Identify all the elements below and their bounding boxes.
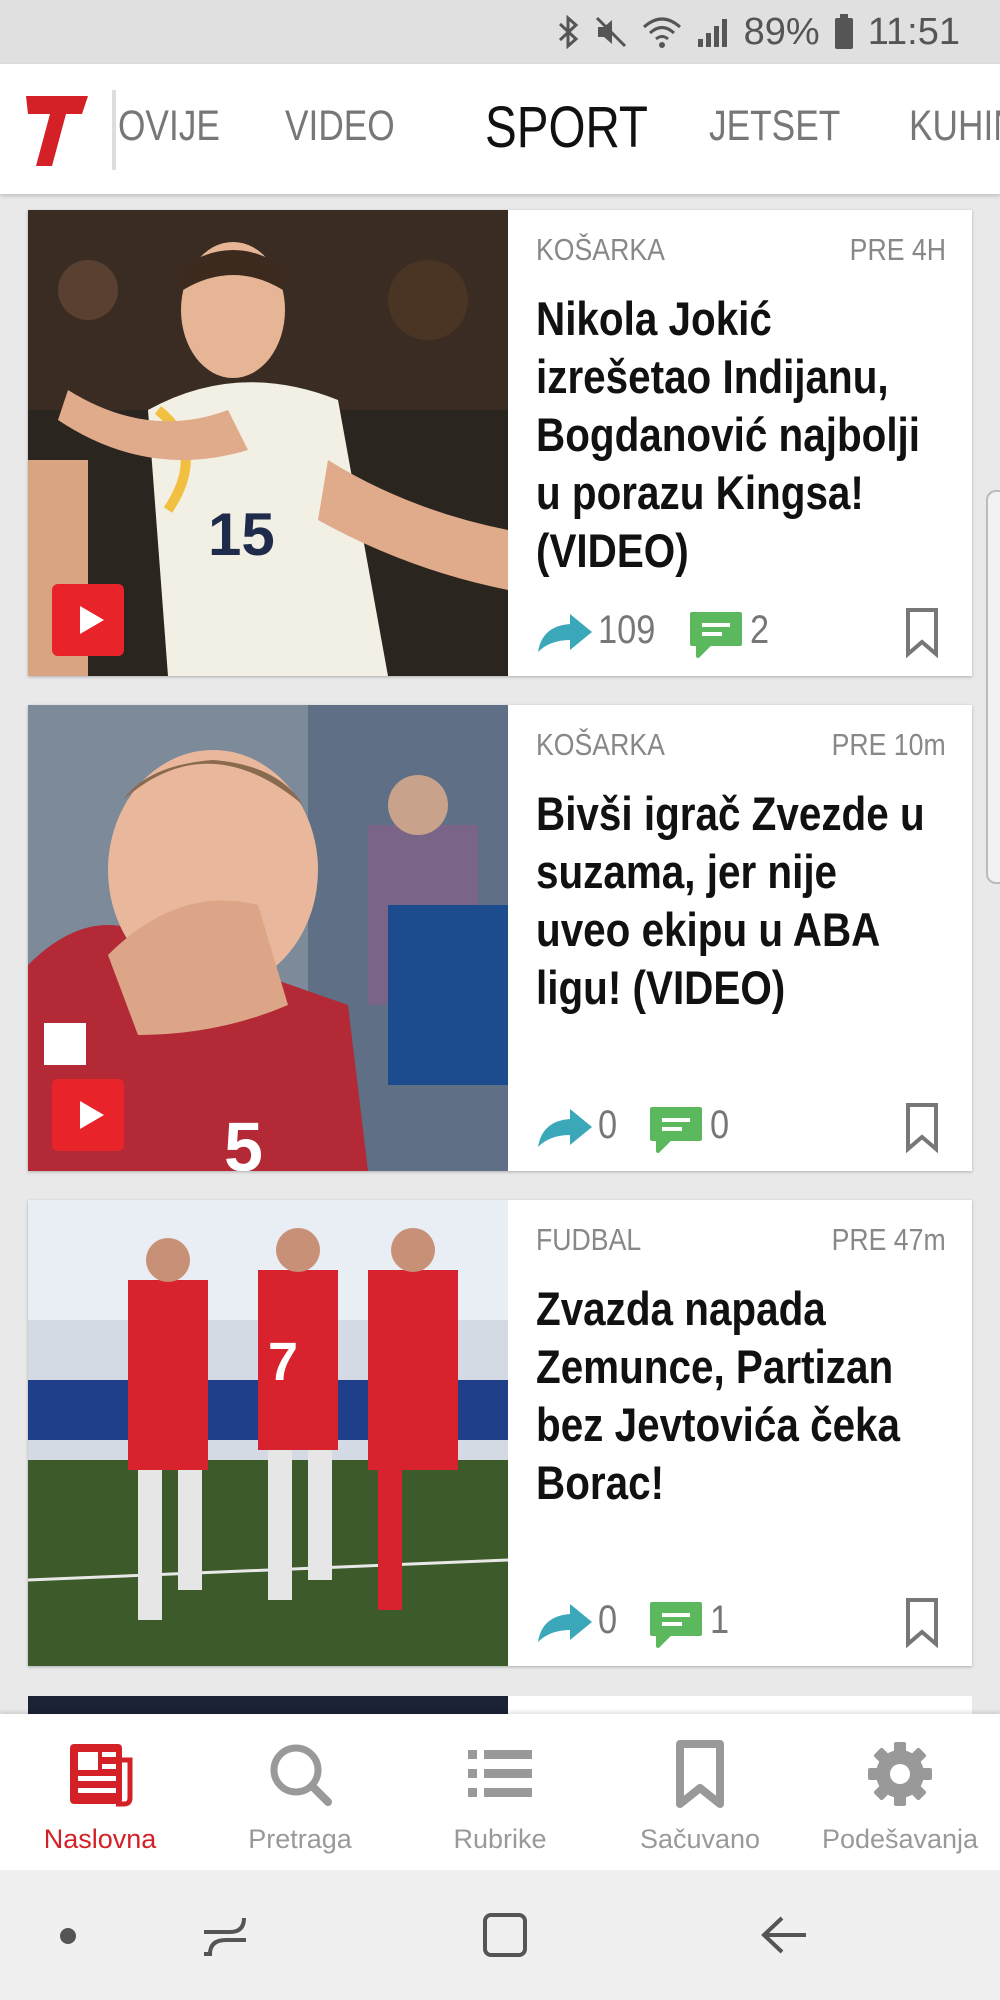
nav-label: Pretraga xyxy=(248,1824,352,1854)
top-navbar: OVIJE VIDEO SPORT JETSET KUHIN xyxy=(0,64,1000,194)
mute-icon xyxy=(595,16,626,48)
nav-label: Podešavanja xyxy=(821,1824,979,1854)
tab-ovije[interactable]: OVIJE xyxy=(118,102,220,151)
article-thumbnail[interactable]: 7 xyxy=(28,1200,508,1666)
battery-percent: 89% xyxy=(743,10,820,53)
nav-sacuvano[interactable]: Sačuvano xyxy=(600,1714,800,1870)
status-icons: 89% 11:51 xyxy=(558,10,960,54)
comment-icon[interactable] xyxy=(648,1105,704,1155)
article-title[interactable]: Bivši igrač Zvezde u suzama, jer nije uv… xyxy=(536,785,932,1017)
article-actions: 109 2 xyxy=(536,602,946,662)
tab-video[interactable]: VIDEO xyxy=(285,102,395,151)
bookmark-icon[interactable] xyxy=(904,606,940,658)
article-time: PRE 47m xyxy=(831,1222,946,1257)
bookmark-icon[interactable] xyxy=(904,1101,940,1153)
share-icon[interactable] xyxy=(536,612,594,654)
back-icon[interactable] xyxy=(760,1910,810,1960)
bookmark-icon xyxy=(676,1740,724,1808)
nav-podesavanja[interactable]: Podešavanja xyxy=(800,1714,1000,1870)
status-bar: 89% 11:51 xyxy=(0,0,1000,64)
newspaper-icon xyxy=(70,1744,133,1807)
article-category[interactable]: KOŠARKA xyxy=(536,727,665,763)
nav-naslovna[interactable]: Naslovna xyxy=(0,1714,200,1870)
article-category[interactable]: FUDBAL xyxy=(536,1222,641,1258)
video-play-icon[interactable] xyxy=(52,584,124,656)
list-icon xyxy=(468,1750,532,1797)
video-play-icon[interactable] xyxy=(52,1079,124,1151)
wifi-icon xyxy=(642,17,681,48)
svg-text:15: 15 xyxy=(208,501,275,568)
article-meta: KOŠARKA PRE 10m xyxy=(536,727,946,767)
article-card[interactable]: 15 KOŠARKA PRE 4H Nikola Jokić izrešetao… xyxy=(28,210,972,676)
dot-icon xyxy=(60,1928,76,1944)
nav-label: Sačuvano xyxy=(639,1824,761,1854)
comment-icon[interactable] xyxy=(648,1600,704,1650)
gear-icon xyxy=(868,1742,932,1806)
svg-text:7: 7 xyxy=(268,1332,298,1392)
clock: 11:51 xyxy=(867,10,960,53)
article-card[interactable]: 5 KOŠARKA PRE 10m Bivši igrač Zvezde u s… xyxy=(28,705,972,1171)
article-title[interactable]: Nikola Jokić izrešetao Indijanu, Bogdano… xyxy=(536,290,932,580)
comment-icon[interactable] xyxy=(688,610,744,660)
logo-divider xyxy=(112,90,116,170)
comment-count: 1 xyxy=(710,1598,730,1642)
comment-count: 0 xyxy=(710,1103,730,1147)
battery-icon xyxy=(834,14,853,49)
nav-label: Naslovna xyxy=(43,1824,157,1854)
nav-rubrike[interactable]: Rubrike xyxy=(400,1714,600,1870)
share-icon[interactable] xyxy=(536,1107,594,1149)
article-meta: KOŠARKA PRE 4H xyxy=(536,232,946,272)
football-players-image: 7 xyxy=(28,1200,508,1666)
article-thumbnail[interactable]: 15 xyxy=(28,210,508,676)
bluetooth-icon xyxy=(558,15,578,49)
telegraf-logo[interactable] xyxy=(22,90,92,170)
article-actions: 0 1 xyxy=(536,1592,946,1652)
comment-count: 2 xyxy=(750,608,770,652)
article-thumbnail[interactable]: 5 xyxy=(28,705,508,1171)
bookmark-icon[interactable] xyxy=(904,1596,940,1648)
article-time: PRE 10m xyxy=(831,727,946,762)
share-count: 0 xyxy=(598,1598,618,1642)
article-meta: FUDBAL PRE 47m xyxy=(536,1222,946,1262)
share-count: 0 xyxy=(598,1103,618,1147)
scroll-handle[interactable] xyxy=(986,490,1000,884)
article-category[interactable]: KOŠARKA xyxy=(536,232,665,268)
bottom-nav: Naslovna Pretraga Rubrike Sačuvano Podeš… xyxy=(0,1714,1000,1870)
home-icon[interactable] xyxy=(480,1910,530,1960)
tab-jetset[interactable]: JETSET xyxy=(709,102,840,151)
share-icon[interactable] xyxy=(536,1602,594,1644)
signal-icon xyxy=(697,19,727,47)
article-card[interactable]: 7 FUDBAL PRE 47m Zvazda napada Zemunce, … xyxy=(28,1200,972,1666)
svg-text:5: 5 xyxy=(224,1108,263,1171)
article-title[interactable]: Zvazda napada Zemunce, Partizan bez Jevt… xyxy=(536,1280,932,1512)
search-icon xyxy=(270,1744,332,1806)
nav-label: Rubrike xyxy=(453,1824,547,1854)
share-count: 109 xyxy=(598,608,656,652)
system-nav-bar xyxy=(0,1870,1000,2000)
recent-apps-icon[interactable] xyxy=(200,1910,250,1960)
article-time: PRE 4H xyxy=(849,232,946,267)
tab-sport[interactable]: SPORT xyxy=(485,94,648,161)
tab-kuhinja[interactable]: KUHIN xyxy=(909,102,1000,151)
nav-pretraga[interactable]: Pretraga xyxy=(200,1714,400,1870)
article-actions: 0 0 xyxy=(536,1097,946,1157)
